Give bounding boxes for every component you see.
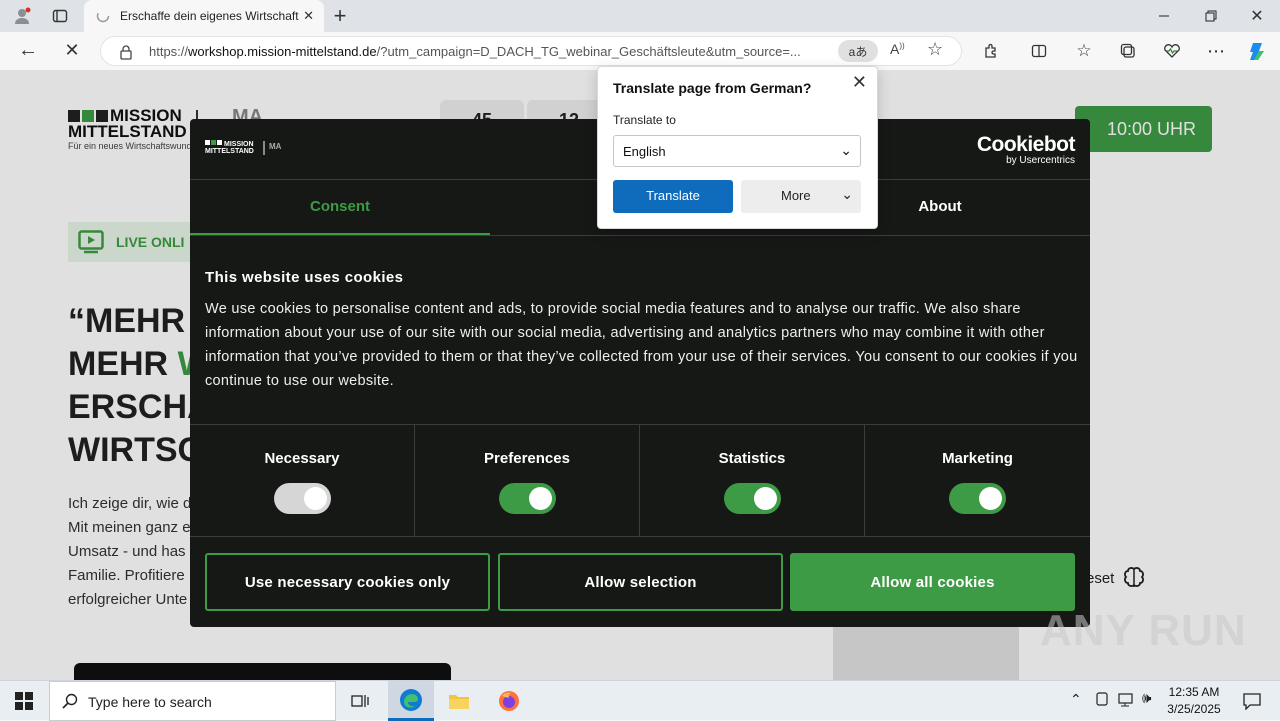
marketing-toggle[interactable] (949, 483, 1006, 514)
allow-all-cookies-button[interactable]: Allow all cookies (790, 553, 1075, 611)
volume-icon[interactable]: 🕪 (1142, 690, 1151, 707)
address-bar[interactable]: https://workshop.mission-mittelstand.de/… (100, 36, 962, 66)
active-tab[interactable]: Erschaffe dein eigenes Wirtschaft ✕ (84, 0, 324, 32)
collections-icon[interactable] (1114, 37, 1142, 65)
taskbar-search-box[interactable]: Type here to search (49, 681, 336, 721)
translate-to-label: Translate to (613, 113, 676, 127)
category-necessary: Necessary (190, 425, 415, 537)
chevron-up-icon[interactable]: ⌃ (1070, 691, 1082, 708)
system-clock[interactable]: 12:35 AM 3/25/2025 (1160, 684, 1228, 718)
lock-icon[interactable] (119, 44, 133, 60)
favorite-star-icon[interactable]: ☆ (927, 39, 943, 60)
read-aloud-icon[interactable]: A)) (890, 41, 905, 57)
copilot-icon[interactable] (1244, 37, 1272, 65)
tab-consent[interactable]: Consent (190, 180, 490, 235)
network-meeting-icon[interactable] (1095, 692, 1109, 713)
settings-more-icon[interactable]: ⋯ (1202, 37, 1230, 65)
necessary-toggle[interactable] (274, 483, 331, 514)
windows-start-icon[interactable] (10, 687, 38, 715)
cookie-title: This website uses cookies (205, 269, 404, 286)
search-icon (62, 693, 78, 709)
translate-button[interactable]: Translate (613, 180, 733, 213)
watermark: ANY RUN (1040, 606, 1247, 655)
stop-loading-icon[interactable]: ✕ (58, 36, 86, 64)
more-options-button[interactable]: More ⌄ (741, 180, 861, 213)
edge-icon (400, 689, 422, 711)
firefox-icon[interactable] (495, 687, 523, 715)
back-icon[interactable]: ← (14, 36, 42, 64)
chevron-down-icon: ⌄ (840, 142, 852, 158)
new-tab-icon[interactable]: + (326, 2, 354, 30)
close-tab-icon[interactable]: ✕ (303, 8, 314, 24)
use-necessary-only-button[interactable]: Use necessary cookies only (205, 553, 490, 611)
chevron-down-icon: ⌄ (841, 186, 853, 202)
minimize-icon[interactable] (1150, 2, 1178, 30)
tab-strip: Erschaffe dein eigenes Wirtschaft ✕ + ✕ (0, 0, 1280, 32)
extensions-icon[interactable] (977, 37, 1005, 65)
target-language-select[interactable]: English ⌄ (613, 135, 861, 167)
allow-selection-button[interactable]: Allow selection (498, 553, 783, 611)
category-preferences: Preferences (415, 425, 640, 537)
network-icon[interactable] (1118, 692, 1136, 713)
favorites-icon[interactable]: ☆ (1070, 37, 1098, 65)
tab-title: Erschaffe dein eigenes Wirtschaft (120, 9, 299, 23)
taskbar-edge-active[interactable] (388, 681, 434, 721)
category-statistics: Statistics (640, 425, 865, 537)
cookie-categories: Necessary Preferences Statistics Marketi… (190, 424, 1090, 537)
close-window-icon[interactable]: ✕ (1243, 2, 1271, 30)
translate-page-icon[interactable]: aあ (838, 40, 878, 62)
task-view-icon[interactable] (346, 687, 374, 715)
close-translate-icon[interactable]: ✕ (852, 72, 867, 93)
translate-popup: Translate page from German? ✕ Translate … (597, 66, 878, 229)
category-marketing: Marketing (865, 425, 1090, 537)
cookiebot-logo[interactable]: Cookiebot by Usercentrics (977, 133, 1076, 166)
windows-taskbar: Type here to search ⌃ 🕪 12:35 AM 3/25/20… (0, 680, 1280, 721)
restore-icon[interactable] (1197, 2, 1225, 30)
notifications-icon[interactable] (1238, 687, 1266, 715)
svg-text:MA: MA (269, 142, 282, 151)
statistics-toggle[interactable] (724, 483, 781, 514)
browser-essentials-icon[interactable] (1158, 37, 1186, 65)
address-bar-row: ← ✕ https://workshop.mission-mittelstand… (0, 32, 1280, 70)
preferences-toggle[interactable] (499, 483, 556, 514)
file-explorer-icon[interactable] (445, 687, 473, 715)
split-screen-icon[interactable] (1025, 37, 1053, 65)
cookie-description: We use cookies to personalise content an… (205, 301, 1078, 389)
svg-text:MISSION: MISSION (224, 141, 254, 148)
translate-title: Translate page from German? (613, 80, 812, 96)
url-text[interactable]: https://workshop.mission-mittelstand.de/… (149, 44, 839, 59)
divider (190, 235, 1090, 236)
tab-actions-icon[interactable] (46, 2, 74, 30)
profile-icon[interactable] (8, 2, 36, 30)
dialog-site-logo: MISSION MITTELSTAND MA (205, 139, 305, 161)
svg-text:MITTELSTAND: MITTELSTAND (205, 148, 254, 155)
